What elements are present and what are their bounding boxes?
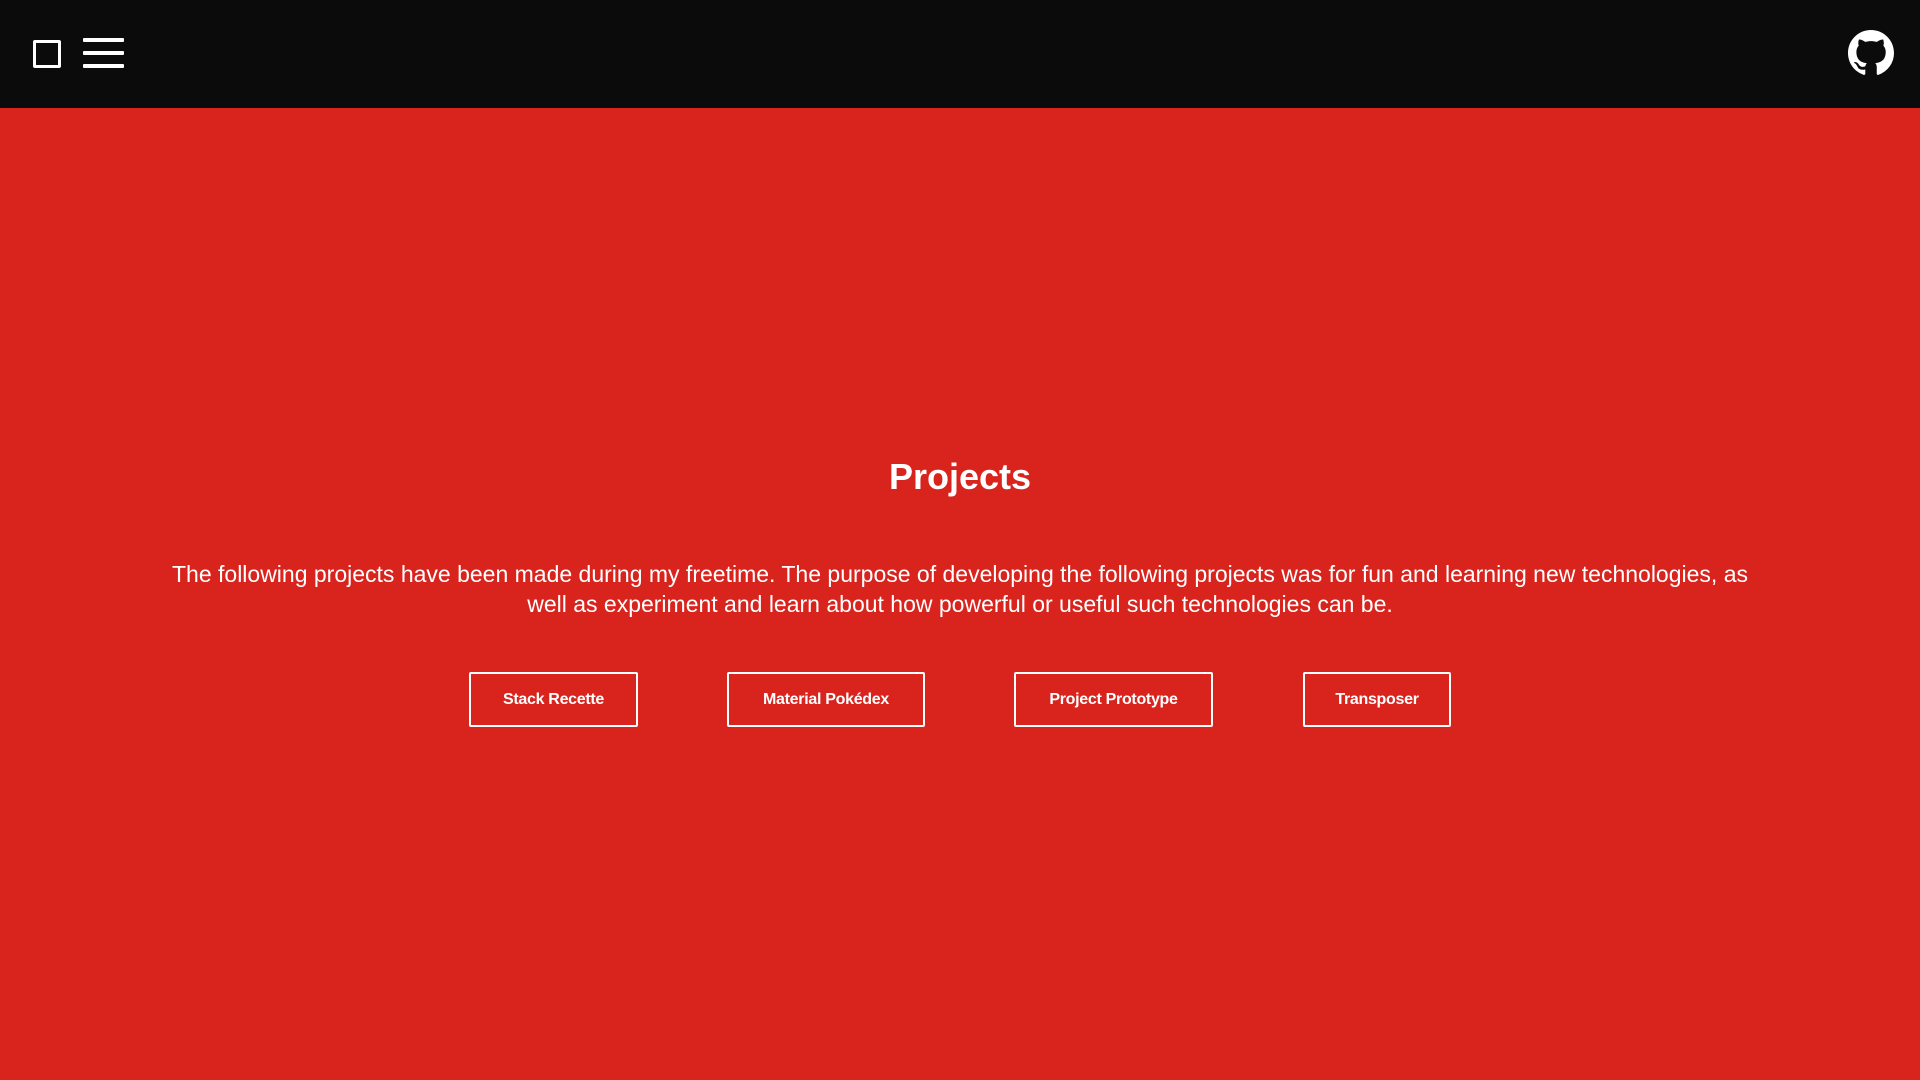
hamburger-line <box>83 64 124 68</box>
projects-description: The following projects have been made du… <box>171 561 1748 617</box>
transposer-button[interactable]: Transposer <box>1303 672 1451 727</box>
hamburger-line <box>83 51 124 55</box>
hamburger-line <box>83 38 124 42</box>
github-icon[interactable] <box>1848 30 1894 76</box>
project-prototype-button[interactable]: Project Prototype <box>1014 672 1213 727</box>
hamburger-menu-icon[interactable] <box>83 38 124 69</box>
github-icon-graphic <box>1848 30 1894 75</box>
material-pokedex-button[interactable]: Material Pokédex <box>727 672 925 727</box>
top-navbar <box>0 0 1920 108</box>
projects-section: Projects The following projects have bee… <box>0 108 1920 1080</box>
square-icon[interactable] <box>33 40 61 68</box>
page-title: Projects <box>888 456 1032 497</box>
stack-recette-button[interactable]: Stack Recette <box>469 672 638 727</box>
